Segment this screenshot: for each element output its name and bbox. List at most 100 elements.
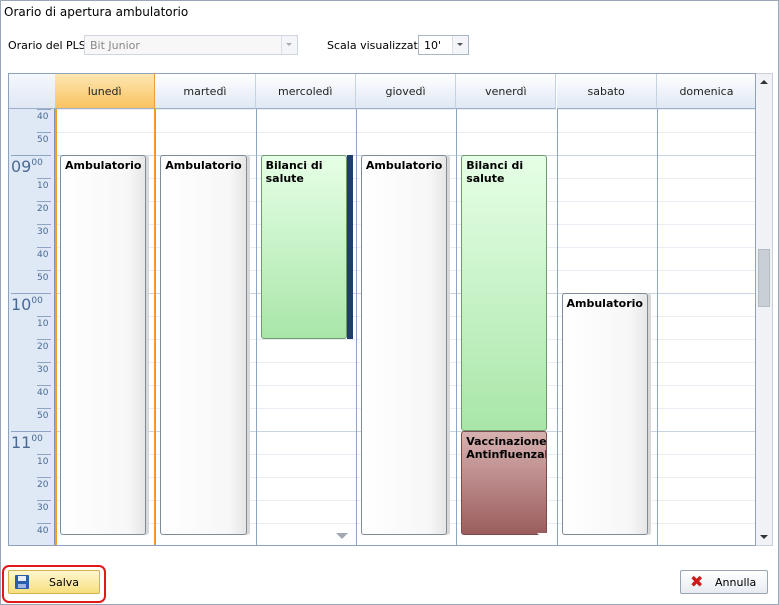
slot-line [55,132,755,133]
scale-combobox[interactable]: 10' [418,35,469,55]
minute-label: 30 [37,503,49,513]
minute-tick [37,523,51,524]
pls-label: Orario del PLS: [8,39,90,52]
minute-tick [37,385,51,386]
hour-label: 1000 [11,295,43,314]
appointment-block[interactable]: Bilanci di salute [260,155,347,339]
pls-value: Bit Junior [90,39,140,52]
scale-value: 10' [424,39,442,52]
minute-label: 40 [37,250,49,260]
minute-tick [37,316,51,317]
save-button[interactable]: Salva [8,570,100,594]
day-header-6[interactable]: domenica [656,74,755,109]
calendar-view[interactable]: lunedì martedì mercoledì giovedì venerdì saba… [8,73,756,546]
pls-combobox[interactable]: Bit Junior [84,35,298,55]
minute-label: 10 [37,457,49,467]
hour-tick [11,431,51,432]
minute-tick [37,477,51,478]
appointment-title: Ambulatorio [165,159,242,172]
scale-label: Scala visualizzata: [327,39,429,52]
minute-tick [37,247,51,248]
minute-label: 20 [37,204,49,214]
minute-label: 50 [37,273,49,283]
appointment-title: Vaccinazione Antinfluenzale [466,435,548,461]
appointment-title: Bilanci di salute [466,159,524,185]
minute-tick [37,454,51,455]
appointment-title: Ambulatorio [365,159,443,172]
day-column-divider [656,109,658,545]
day-header-3[interactable]: giovedì [355,74,457,109]
hour-tick [11,293,51,294]
minute-label: 30 [37,365,49,375]
appointment-title: Bilanci di salute [265,159,323,185]
minute-label: 20 [37,342,49,352]
minute-label: 10 [37,319,49,329]
minute-label: 30 [37,227,49,237]
hour-tick [11,155,51,156]
time-ruler: 40 50 0900 10 20 30 40 50 1000 10 20 30 40 50 1100 10 20… [9,109,55,545]
scroll-up-icon[interactable] [760,80,768,84]
more-appointments-icon[interactable] [335,533,348,539]
window-title: Orario di apertura ambulatorio [4,5,189,19]
appointment-block[interactable]: Ambulatorio [360,155,448,535]
minute-tick [37,270,51,271]
calendar-grid: lunedì martedì mercoledì giovedì venerdì saba… [9,74,755,545]
chevron-down-icon[interactable] [281,36,297,54]
day-column-divider [155,109,157,545]
minute-label: 40 [37,526,49,536]
day-column-divider [456,109,458,545]
vertical-scrollbar[interactable] [756,73,773,546]
hour-label-hour: 09 [11,157,32,176]
appointment-block[interactable]: Ambulatorio [561,293,648,535]
save-button-label: Salva [49,576,80,589]
appointment-block[interactable]: Ambulatorio [160,155,247,535]
minute-label: 40 [37,112,49,122]
minute-label: 40 [37,388,49,398]
cancel-button-label: Annulla [715,576,757,589]
minute-label: 10 [37,181,49,191]
hour-label-minute: 00 [31,158,43,168]
chevron-down-icon[interactable] [452,36,468,54]
minute-tick [37,109,51,110]
day-column-divider [355,109,357,545]
appointment-block[interactable]: Bilanci di salute [461,155,548,431]
day-header-2[interactable]: mercoledì [255,74,356,109]
minute-label: 20 [37,480,49,490]
scroll-thumb[interactable] [758,249,770,307]
hour-label: 0900 [11,157,43,176]
cancel-button[interactable]: ✖ Annulla [680,570,768,594]
minute-label: 50 [37,411,49,421]
minute-tick [37,201,51,202]
close-icon: ✖ [690,572,704,591]
appointment-title: Ambulatorio [566,297,643,310]
hour-label-minute: 00 [31,434,43,444]
day-header-4[interactable]: venerdì [456,74,557,109]
day-column-divider [255,109,257,545]
appointment-title: Ambulatorio [65,159,142,172]
hour-label-minute: 00 [31,296,43,306]
hour-label-hour: 10 [11,295,32,314]
day-column-divider [55,109,57,545]
minute-tick [37,224,51,225]
minute-label: 50 [37,135,49,145]
day-header-1[interactable]: martedì [155,74,256,109]
day-header-0[interactable]: lunedì [55,74,156,109]
more-appointments-icon[interactable] [536,533,549,539]
hour-label: 1100 [11,433,43,452]
minute-tick [37,132,51,133]
floppy-disk-icon [15,575,29,589]
schedule-marker [346,155,353,339]
appointment-block[interactable]: Ambulatorio [60,155,147,535]
day-column-divider [556,109,558,545]
minute-tick [37,362,51,363]
day-header-5[interactable]: sabato [556,74,657,109]
minute-tick [37,339,51,340]
scroll-down-icon[interactable] [760,535,768,539]
hour-label-hour: 11 [11,433,32,452]
minute-tick [37,178,51,179]
minute-tick [37,500,51,501]
slot-line [55,109,755,110]
calendar-corner [9,74,55,109]
minute-tick [37,408,51,409]
appointment-block[interactable]: Vaccinazione Antinfluenzale [461,431,548,535]
